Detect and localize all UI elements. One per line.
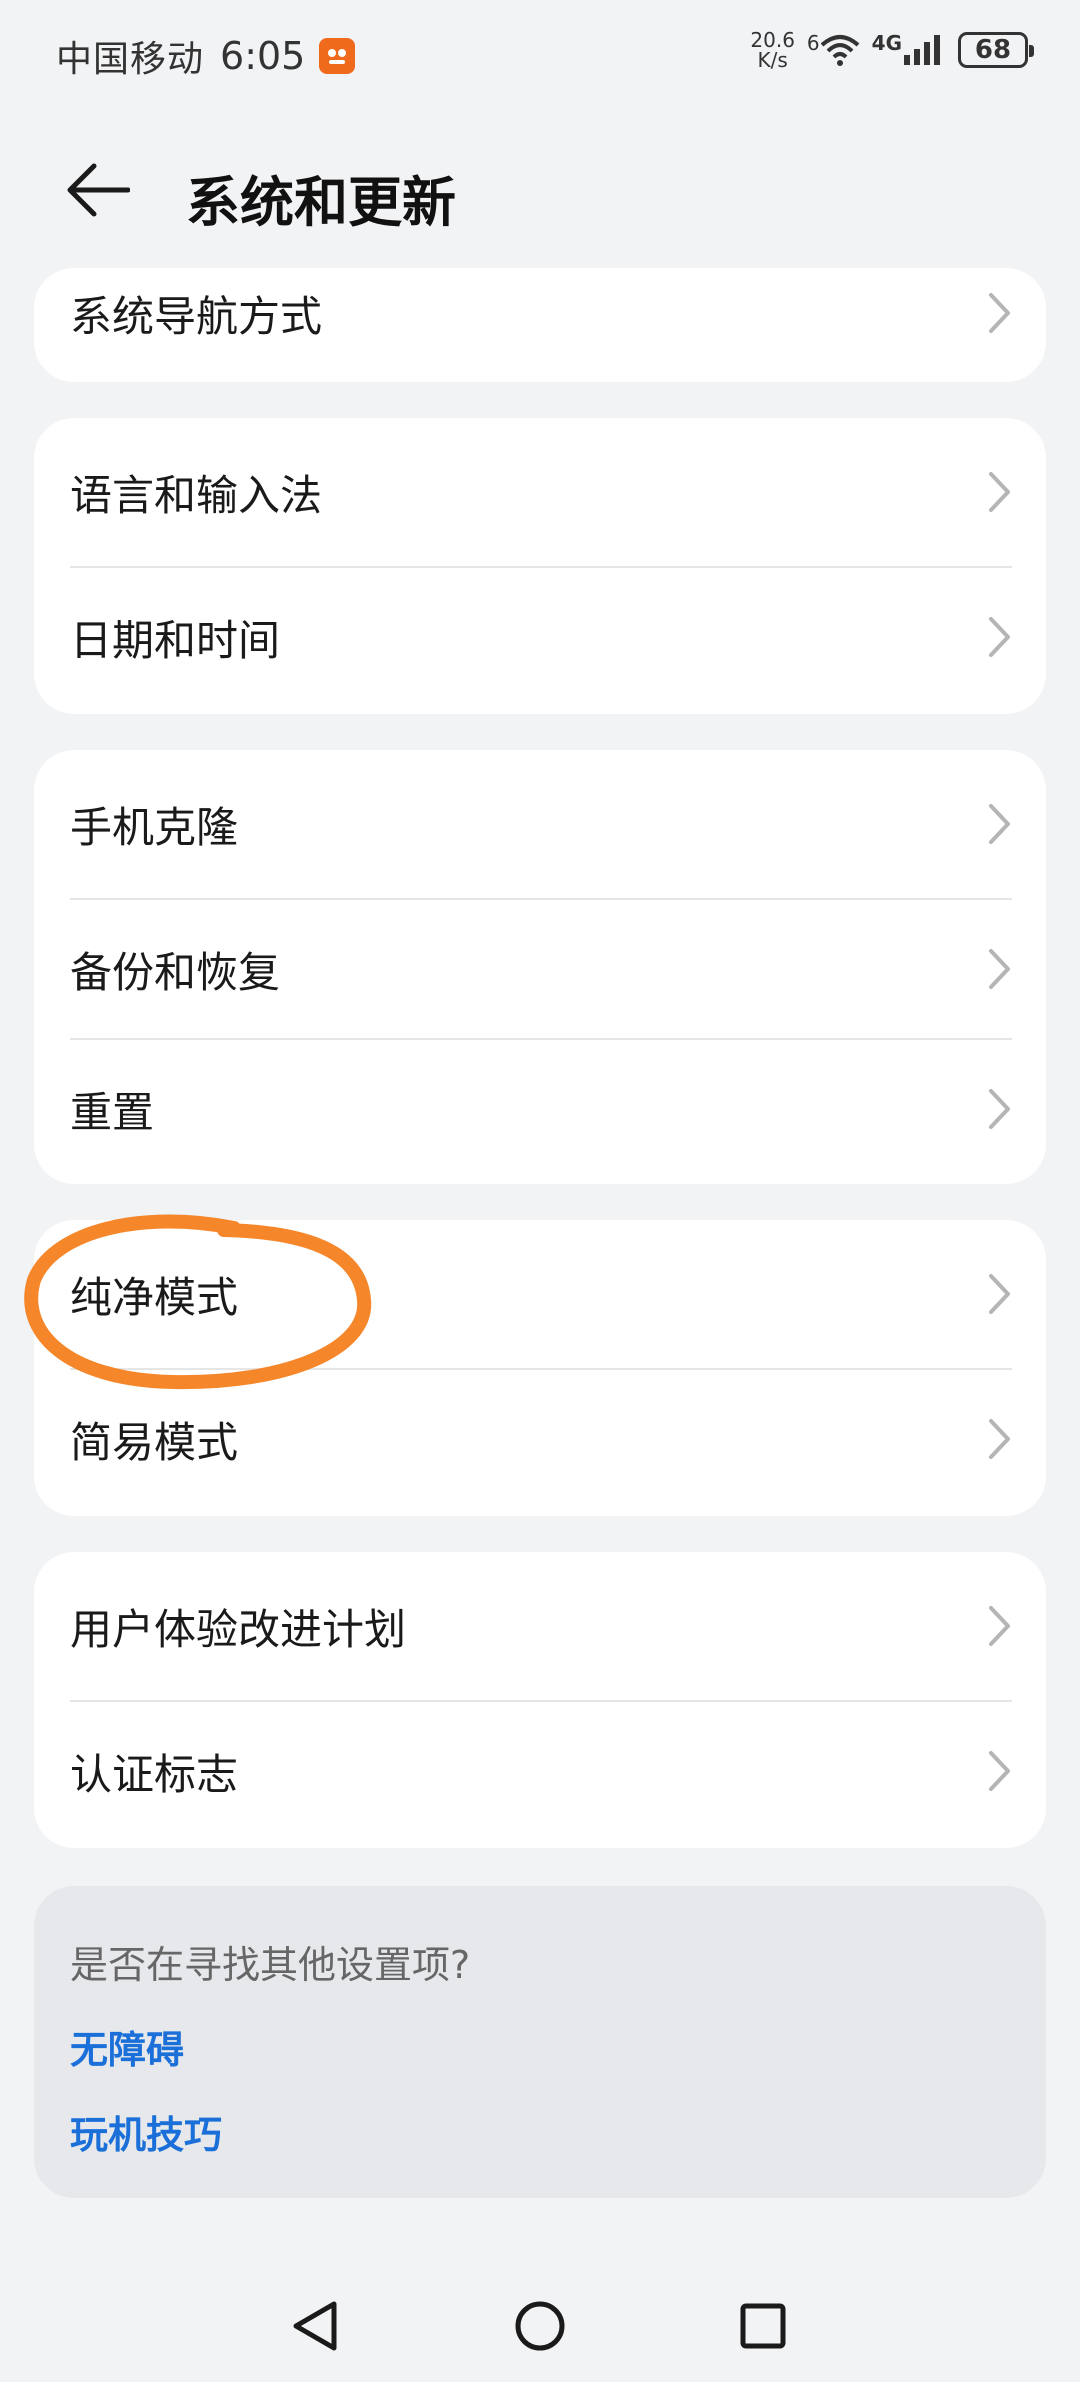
network-speed: 20.6 K/s bbox=[750, 30, 795, 70]
page-header: 系统和更新 bbox=[0, 140, 1080, 240]
nav-back-button[interactable] bbox=[278, 2290, 350, 2362]
settings-item-label: 手机克隆 bbox=[70, 802, 239, 852]
battery-icon: 68 bbox=[958, 32, 1034, 68]
settings-item-label: 简易模式 bbox=[70, 1417, 239, 1467]
settings-item-label: 认证标志 bbox=[70, 1749, 239, 1799]
settings-item-label: 日期和时间 bbox=[70, 615, 281, 665]
system-nav-bar bbox=[0, 2270, 1080, 2382]
nav-recents-button[interactable] bbox=[727, 2290, 799, 2362]
wifi-label: 6 bbox=[806, 31, 820, 55]
network-speed-value: 20.6 bbox=[750, 28, 795, 52]
settings-group-modes: 纯净模式 简易模式 bbox=[34, 1220, 1046, 1516]
wifi-icon: 6 bbox=[807, 33, 860, 67]
circle-home-icon bbox=[515, 2301, 565, 2351]
chevron-right-icon bbox=[989, 1419, 1010, 1459]
settings-item-label: 系统导航方式 bbox=[70, 291, 323, 341]
chevron-right-icon bbox=[989, 1274, 1010, 1314]
chevron-right-icon bbox=[989, 1751, 1010, 1791]
chevron-right-icon bbox=[989, 949, 1010, 989]
square-recents-icon bbox=[740, 2303, 786, 2349]
back-arrow-icon bbox=[67, 163, 130, 217]
chevron-right-icon bbox=[989, 1606, 1010, 1646]
cellular-label: 4G bbox=[871, 31, 902, 55]
suggestions-question: 是否在寻找其他设置项? bbox=[70, 1943, 471, 1987]
suggestions-panel: 是否在寻找其他设置项? 无障碍 玩机技巧 bbox=[34, 1886, 1046, 2198]
nav-home-button[interactable] bbox=[504, 2290, 576, 2362]
carrier-label: 中国移动 bbox=[56, 39, 205, 80]
chevron-right-icon bbox=[989, 472, 1010, 512]
notification-app-icon bbox=[319, 38, 356, 74]
chevron-right-icon bbox=[989, 293, 1010, 333]
chevron-right-icon bbox=[989, 804, 1010, 844]
settings-item-system-navigation[interactable]: 系统导航方式 bbox=[34, 268, 1046, 382]
settings-group-experience: 用户体验改进计划 认证标志 bbox=[34, 1552, 1046, 1848]
chevron-right-icon bbox=[989, 1089, 1010, 1129]
settings-item-backup-restore[interactable]: 备份和恢复 bbox=[34, 900, 1046, 1038]
settings-item-label: 用户体验改进计划 bbox=[70, 1604, 407, 1654]
settings-item-label: 备份和恢复 bbox=[70, 947, 281, 997]
settings-group-language-time: 语言和输入法 日期和时间 bbox=[34, 418, 1046, 714]
settings-group-backup: 手机克隆 备份和恢复 重置 bbox=[34, 750, 1046, 1184]
settings-item-simple-mode[interactable]: 简易模式 bbox=[34, 1370, 1046, 1508]
status-bar: 中国移动 6:05 20.6 K/s 6 4G 68 bbox=[0, 0, 1080, 110]
settings-item-label: 语言和输入法 bbox=[70, 470, 323, 520]
settings-item-date-time[interactable]: 日期和时间 bbox=[34, 568, 1046, 706]
back-button[interactable] bbox=[64, 154, 144, 226]
settings-item-pure-mode[interactable]: 纯净模式 bbox=[34, 1220, 1046, 1368]
settings-item-certification[interactable]: 认证标志 bbox=[34, 1702, 1046, 1840]
settings-item-phone-clone[interactable]: 手机克隆 bbox=[34, 750, 1046, 898]
page-title: 系统和更新 bbox=[186, 171, 456, 234]
settings-item-language-input[interactable]: 语言和输入法 bbox=[34, 418, 1046, 566]
settings-item-user-experience[interactable]: 用户体验改进计划 bbox=[34, 1552, 1046, 1700]
settings-item-reset[interactable]: 重置 bbox=[34, 1040, 1046, 1178]
chevron-right-icon bbox=[989, 617, 1010, 657]
settings-item-label: 重置 bbox=[70, 1087, 155, 1137]
settings-item-label: 纯净模式 bbox=[70, 1272, 239, 1322]
settings-group-navigation: 系统导航方式 bbox=[34, 268, 1046, 382]
link-tips[interactable]: 玩机技巧 bbox=[70, 2104, 1010, 2159]
signal-icon: 4G bbox=[872, 33, 942, 67]
network-speed-unit: K/s bbox=[757, 48, 788, 72]
triangle-back-icon bbox=[293, 2301, 337, 2351]
battery-level: 68 bbox=[974, 35, 1012, 65]
clock: 6:05 bbox=[220, 34, 306, 78]
link-accessibility[interactable]: 无障碍 bbox=[70, 2019, 1010, 2074]
